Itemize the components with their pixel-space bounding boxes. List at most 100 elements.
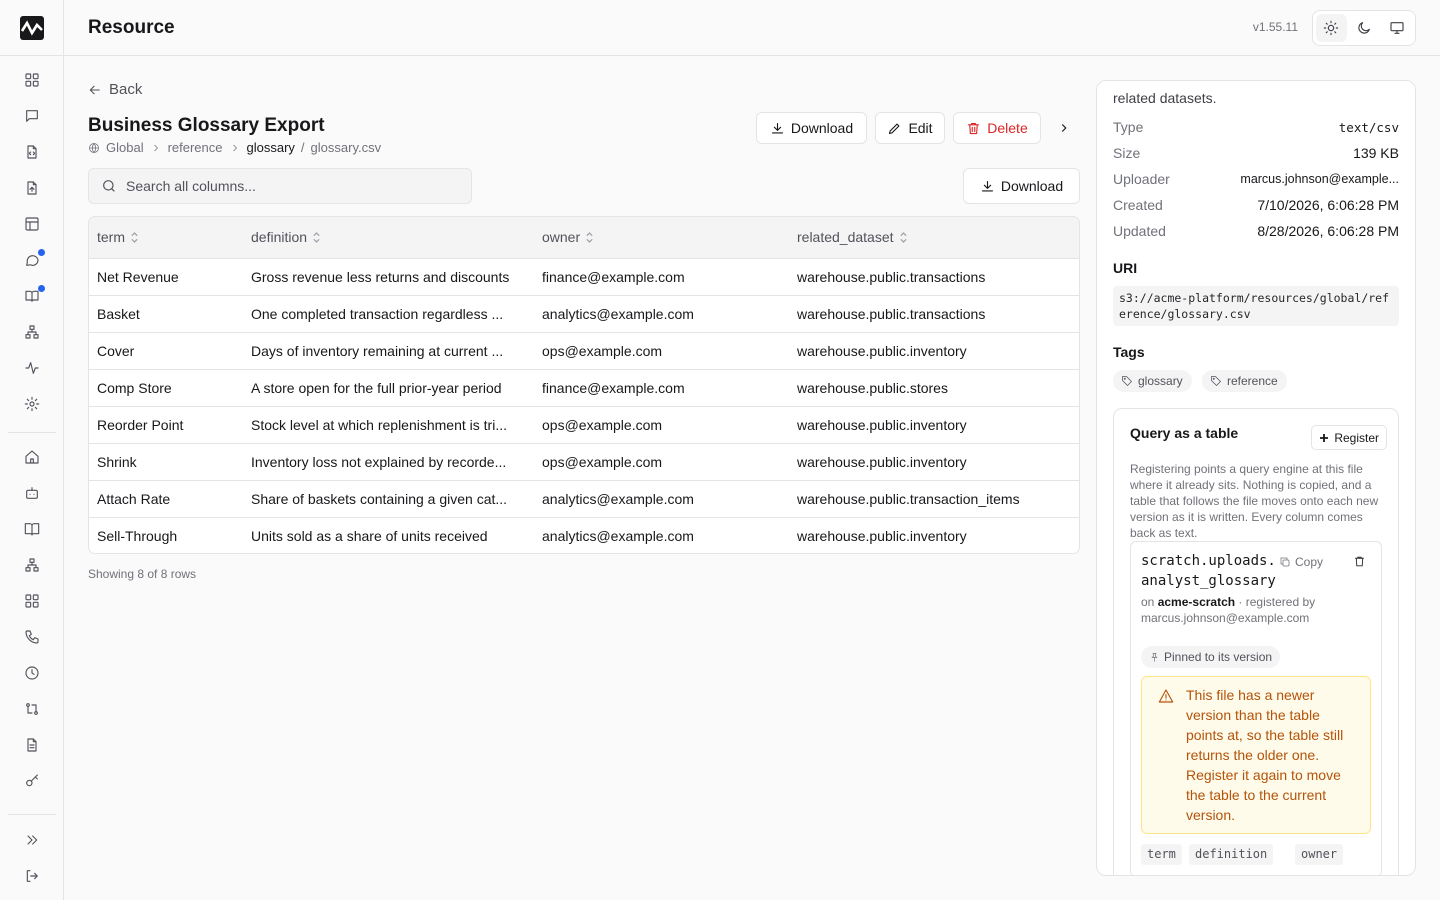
- logout-icon[interactable]: [22, 866, 42, 886]
- breadcrumb: Global reference glossary / glossary.csv: [88, 140, 381, 155]
- cell-term: Attach Rate: [89, 480, 243, 518]
- file-code-icon[interactable]: [22, 142, 42, 162]
- dashboard-icon[interactable]: [22, 70, 42, 90]
- top-bar: Resource v1.55.11: [64, 0, 1440, 56]
- edit-label: Edit: [908, 120, 933, 136]
- delete-button[interactable]: Delete: [953, 112, 1041, 144]
- tag-reference[interactable]: reference: [1202, 370, 1287, 392]
- sidebar-divider: [8, 432, 56, 433]
- delete-registration-button[interactable]: [1353, 555, 1367, 569]
- column-chip: term: [1141, 844, 1182, 865]
- sun-icon: [1324, 20, 1339, 36]
- breadcrumb-file: glossary.csv: [310, 140, 382, 155]
- toggle-panel-button[interactable]: [1054, 117, 1074, 139]
- download-icon: [771, 122, 783, 133]
- home-icon[interactable]: [22, 447, 42, 467]
- notification-dot: [38, 249, 45, 256]
- meta-key: Size: [1113, 145, 1141, 161]
- search-input[interactable]: [126, 178, 446, 194]
- pinned-badge: Pinned to its version: [1141, 646, 1281, 668]
- query-as-table-card: Query as a table Register Registering po…: [1113, 408, 1399, 875]
- meta-key: Updated: [1113, 223, 1166, 239]
- copy-icon: [1280, 557, 1290, 567]
- meta-key: Created: [1113, 197, 1163, 213]
- chevron-right-icon: [1061, 124, 1067, 132]
- light-theme-button[interactable]: [1316, 14, 1347, 42]
- breadcrumb-reference[interactable]: reference: [168, 140, 223, 155]
- app-logo[interactable]: [20, 16, 44, 40]
- cell-term: Comp Store: [89, 369, 243, 407]
- table-download-label: Download: [1000, 178, 1064, 194]
- org-chart-icon[interactable]: [22, 555, 42, 575]
- table-row[interactable]: Attach Rate Share of baskets containing a…: [89, 480, 1079, 518]
- warning-text: This file has a newer version than the t…: [1186, 687, 1344, 823]
- document-icon[interactable]: [22, 735, 42, 755]
- breadcrumb-global[interactable]: Global: [106, 140, 144, 155]
- network-icon[interactable]: [22, 322, 42, 342]
- dark-theme-button[interactable]: [1349, 14, 1380, 42]
- version-warning: This file has a newer version than the t…: [1141, 676, 1371, 834]
- phone-icon[interactable]: [22, 627, 42, 647]
- table-row[interactable]: Cover Days of inventory remaining at curr…: [89, 332, 1079, 370]
- page-title: Business Glossary Export: [88, 115, 325, 136]
- tag-glossary[interactable]: glossary: [1113, 370, 1192, 392]
- grid-icon[interactable]: [22, 591, 42, 611]
- system-theme-button[interactable]: [1381, 14, 1412, 42]
- download-button[interactable]: Download: [756, 112, 867, 144]
- table-row[interactable]: Shrink Inventory loss not explained by re…: [89, 443, 1079, 481]
- tag-label: reference: [1227, 374, 1278, 388]
- table-row[interactable]: Net Revenue Gross revenue less returns an…: [89, 258, 1079, 296]
- cell-term: Net Revenue: [89, 258, 243, 296]
- column-header-label: related_dataset: [797, 228, 894, 245]
- app-title: Resource: [88, 17, 175, 38]
- table-icon[interactable]: [22, 214, 42, 234]
- copy-button[interactable]: Copy: [1279, 555, 1323, 569]
- table-row[interactable]: Basket One completed transaction regardle…: [89, 295, 1079, 333]
- sidebar-divider: [0, 55, 64, 56]
- breadcrumb-glossary[interactable]: glossary: [247, 140, 295, 155]
- bot-icon[interactable]: [22, 483, 42, 503]
- file-upload-icon[interactable]: [22, 178, 42, 198]
- register-label: Register: [1334, 430, 1379, 445]
- tags-heading: Tags: [1113, 344, 1145, 360]
- chat-icon[interactable]: [22, 106, 42, 126]
- uri-value[interactable]: s3://acme-platform/resources/global/refe…: [1113, 286, 1399, 326]
- book-icon[interactable]: [22, 285, 45, 306]
- activity-icon[interactable]: [22, 358, 42, 378]
- key-icon[interactable]: [22, 771, 42, 791]
- cell-definition: A store open for the full prior-year per…: [243, 369, 534, 407]
- details-panel[interactable]: related datasets. Type text/csv Size 139 K…: [1096, 80, 1416, 876]
- cell-owner: analytics@example.com: [542, 527, 694, 544]
- git-compare-icon[interactable]: [22, 699, 42, 719]
- column-header-term[interactable]: term: [89, 217, 243, 259]
- cell-related-dataset: warehouse.public.inventory: [797, 527, 967, 544]
- row-count: Showing 8 of 8 rows: [88, 567, 197, 581]
- clock-icon[interactable]: [22, 663, 42, 683]
- book-open-icon[interactable]: [22, 519, 42, 539]
- column-header-definition[interactable]: definition: [243, 217, 534, 259]
- table-row[interactable]: Reorder Point Stock level at which replen…: [89, 406, 1079, 444]
- theme-switcher: [1312, 10, 1416, 46]
- register-button[interactable]: Register: [1311, 425, 1387, 450]
- delete-label: Delete: [987, 120, 1028, 136]
- sort-icon: [899, 230, 908, 246]
- column-header-related-dataset[interactable]: related_dataset: [789, 217, 1079, 259]
- copy-label: Copy: [1295, 555, 1324, 569]
- column-header-label: owner: [542, 228, 581, 245]
- meta-key: Uploader: [1113, 171, 1170, 187]
- table-row[interactable]: Comp Store A store open for the full prio…: [89, 369, 1079, 407]
- back-link[interactable]: Back: [88, 81, 142, 98]
- column-header-owner[interactable]: owner: [534, 217, 789, 259]
- chevron-right-icon: [153, 144, 158, 151]
- on-label: on: [1141, 595, 1155, 609]
- table-download-button[interactable]: Download: [963, 168, 1080, 204]
- cell-owner: ops@example.com: [534, 443, 789, 481]
- description-text: related datasets.: [1113, 90, 1217, 106]
- cell-owner: analytics@example.com: [534, 295, 789, 333]
- messages-icon[interactable]: [22, 249, 45, 270]
- settings-icon[interactable]: [22, 394, 42, 414]
- expand-icon[interactable]: [22, 830, 42, 850]
- edit-button[interactable]: Edit: [875, 112, 945, 144]
- cell-related-dataset: warehouse.public.transactions: [789, 258, 1079, 296]
- table-row[interactable]: Sell-Through Units sold as a share of uni…: [89, 517, 1079, 553]
